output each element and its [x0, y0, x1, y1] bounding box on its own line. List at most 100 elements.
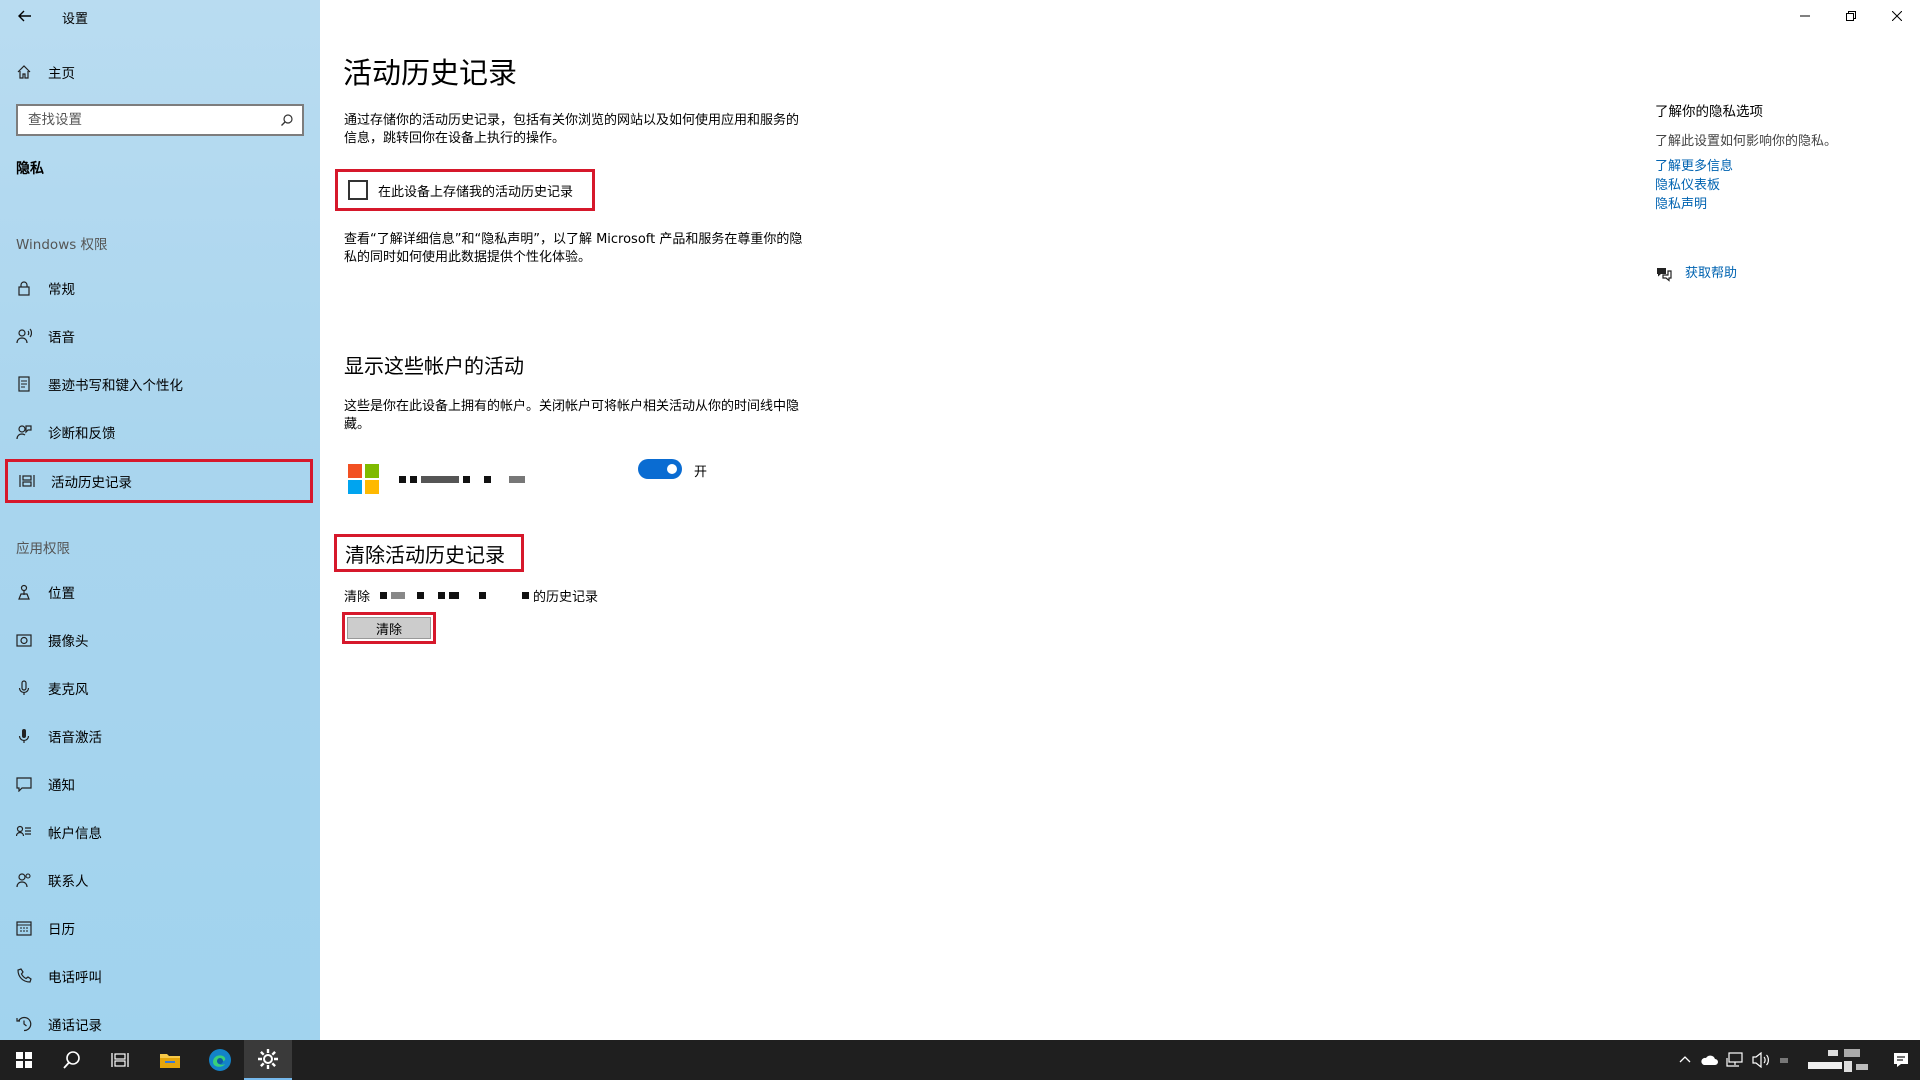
sidebar: 设置 主页 隐私 Windows 权限 常规 语音 墨迹书写和键入个性化 诊断和…	[0, 0, 320, 1040]
privacy-options-title: 了解你的隐私选项	[1655, 104, 1763, 120]
windows-permissions-heading: Windows 权限	[16, 237, 108, 253]
network-icon[interactable]	[1726, 1052, 1744, 1068]
window-title: 设置	[62, 12, 89, 27]
phone-icon	[14, 966, 34, 986]
page-title: 活动历史记录	[343, 56, 518, 90]
sidebar-item-general[interactable]: 常规	[0, 268, 320, 308]
toggle-state-label: 开	[694, 465, 708, 480]
accounts-desc: 这些是你在此设备上拥有的帐户。关闭帐户可将帐户相关活动从你的时间线中隐藏。	[344, 399, 800, 432]
app-permissions-heading: 应用权限	[16, 541, 70, 557]
feedback-icon	[14, 422, 34, 442]
windows-logo-icon	[16, 1052, 32, 1068]
privacy-options-desc: 了解此设置如何影响你的隐私。	[1655, 134, 1838, 149]
taskbar	[0, 1040, 1920, 1080]
clear-button-highlight: 清除	[342, 612, 436, 644]
sidebar-item-microphone[interactable]: 麦克风	[0, 668, 320, 708]
location-icon	[14, 582, 34, 602]
sidebar-item-label: 摄像头	[48, 634, 89, 650]
task-view-button[interactable]	[96, 1040, 144, 1080]
get-help-row[interactable]: 获取帮助	[1655, 264, 1895, 283]
help-chat-icon	[1657, 267, 1672, 282]
sidebar-item-label: 麦克风	[48, 682, 89, 698]
privacy-statement-link[interactable]: 隐私声明	[1655, 195, 1895, 214]
sidebar-item-speech[interactable]: 语音	[0, 316, 320, 356]
related-settings-panel: 了解你的隐私选项 了解此设置如何影响你的隐私。 了解更多信息 隐私仪表板 隐私声…	[1655, 100, 1895, 283]
redacted-account-name	[380, 592, 530, 599]
sidebar-item-phone-calls[interactable]: 电话呼叫	[0, 956, 320, 996]
microsoft-logo-icon	[348, 463, 379, 495]
sidebar-item-label: 语音	[48, 330, 75, 346]
microphone-icon	[14, 678, 34, 698]
task-view-icon	[111, 1053, 129, 1067]
sidebar-item-account-info[interactable]: 帐户信息	[0, 812, 320, 852]
clear-history-section-title: 清除活动历史记录	[334, 534, 524, 572]
sidebar-item-calendar[interactable]: 日历	[0, 908, 320, 948]
sidebar-item-home[interactable]: 主页	[0, 52, 320, 92]
sidebar-item-label: 通知	[48, 778, 75, 794]
privacy-section-title: 隐私	[16, 161, 44, 177]
clear-history-button[interactable]: 清除	[347, 617, 431, 639]
store-activity-checkbox-row[interactable]: 在此设备上存储我的活动历史记录	[335, 169, 595, 211]
sidebar-item-label: 帐户信息	[48, 826, 102, 842]
folder-icon	[160, 1054, 180, 1068]
clear-history-desc: 清除 的历史记录	[344, 586, 598, 605]
sidebar-item-location[interactable]: 位置	[0, 572, 320, 612]
get-help-link[interactable]: 获取帮助	[1685, 264, 1737, 283]
minimize-button[interactable]	[1782, 0, 1828, 32]
sidebar-item-label: 主页	[48, 66, 75, 82]
contacts-icon	[14, 870, 34, 890]
sidebar-item-label: 通话记录	[48, 1018, 102, 1034]
close-button[interactable]	[1874, 0, 1920, 32]
search-box[interactable]	[16, 104, 304, 136]
sidebar-item-label: 电话呼叫	[48, 970, 102, 986]
search-input[interactable]	[26, 111, 266, 129]
sidebar-item-diagnostics[interactable]: 诊断和反馈	[0, 412, 320, 452]
start-button[interactable]	[0, 1040, 48, 1080]
edge-browser-button[interactable]	[196, 1040, 244, 1080]
sidebar-item-activity-history[interactable]: 活动历史记录	[5, 459, 313, 503]
account-activity-toggle[interactable]	[638, 459, 682, 479]
sidebar-item-label: 日历	[48, 922, 75, 938]
file-explorer-button[interactable]	[146, 1040, 194, 1080]
restore-button[interactable]	[1828, 0, 1874, 32]
camera-icon	[14, 630, 34, 650]
intro-text: 通过存储你的活动历史记录，包括有关你浏览的网站以及如何使用应用和服务的信息，跳转…	[344, 113, 800, 146]
onedrive-cloud-icon[interactable]	[1700, 1054, 1718, 1066]
sidebar-item-label: 位置	[48, 586, 75, 602]
calendar-icon	[14, 918, 34, 938]
home-icon	[14, 62, 34, 82]
store-activity-checkbox[interactable]	[348, 180, 368, 200]
call-history-icon	[14, 1014, 34, 1034]
volume-icon[interactable]	[1752, 1052, 1772, 1068]
back-arrow-icon	[18, 10, 31, 22]
settings-taskbar-button[interactable]	[244, 1040, 292, 1080]
sidebar-item-voice-activation[interactable]: 语音激活	[0, 716, 320, 756]
sidebar-item-label: 诊断和反馈	[48, 426, 116, 442]
account-info-icon	[14, 822, 34, 842]
chevron-up-icon[interactable]	[1678, 1053, 1692, 1067]
redacted-account-name	[399, 475, 525, 483]
privacy-dashboard-link[interactable]: 隐私仪表板	[1655, 176, 1895, 195]
clear-history-title-text: 清除活动历史记录	[345, 542, 505, 567]
back-button[interactable]	[14, 5, 36, 27]
edge-icon	[209, 1049, 231, 1071]
sidebar-item-inking[interactable]: 墨迹书写和键入个性化	[0, 364, 320, 404]
redacted-ime-indicator[interactable]	[1780, 1057, 1788, 1063]
redacted-clock[interactable]	[1806, 1045, 1872, 1075]
sidebar-item-label: 活动历史记录	[51, 475, 132, 491]
sidebar-item-label: 语音激活	[48, 730, 102, 746]
voice-activation-icon	[14, 726, 34, 746]
sidebar-item-label: 墨迹书写和键入个性化	[48, 378, 183, 394]
sidebar-item-call-history[interactable]: 通话记录	[0, 1004, 320, 1044]
sidebar-item-contacts[interactable]: 联系人	[0, 860, 320, 900]
sidebar-item-camera[interactable]: 摄像头	[0, 620, 320, 660]
learn-more-link[interactable]: 了解更多信息	[1655, 157, 1895, 176]
taskbar-search-button[interactable]	[48, 1040, 96, 1080]
store-activity-checkbox-label: 在此设备上存储我的活动历史记录	[378, 184, 574, 200]
sidebar-item-label: 常规	[48, 282, 75, 298]
lock-icon	[14, 278, 34, 298]
sidebar-item-notifications[interactable]: 通知	[0, 764, 320, 804]
learn-more-text: 查看“了解详细信息”和“隐私声明”，以了解 Microsoft 产品和服务在尊重…	[344, 232, 803, 265]
sidebar-item-label: 联系人	[48, 874, 89, 890]
action-center-icon[interactable]	[1892, 1051, 1910, 1069]
